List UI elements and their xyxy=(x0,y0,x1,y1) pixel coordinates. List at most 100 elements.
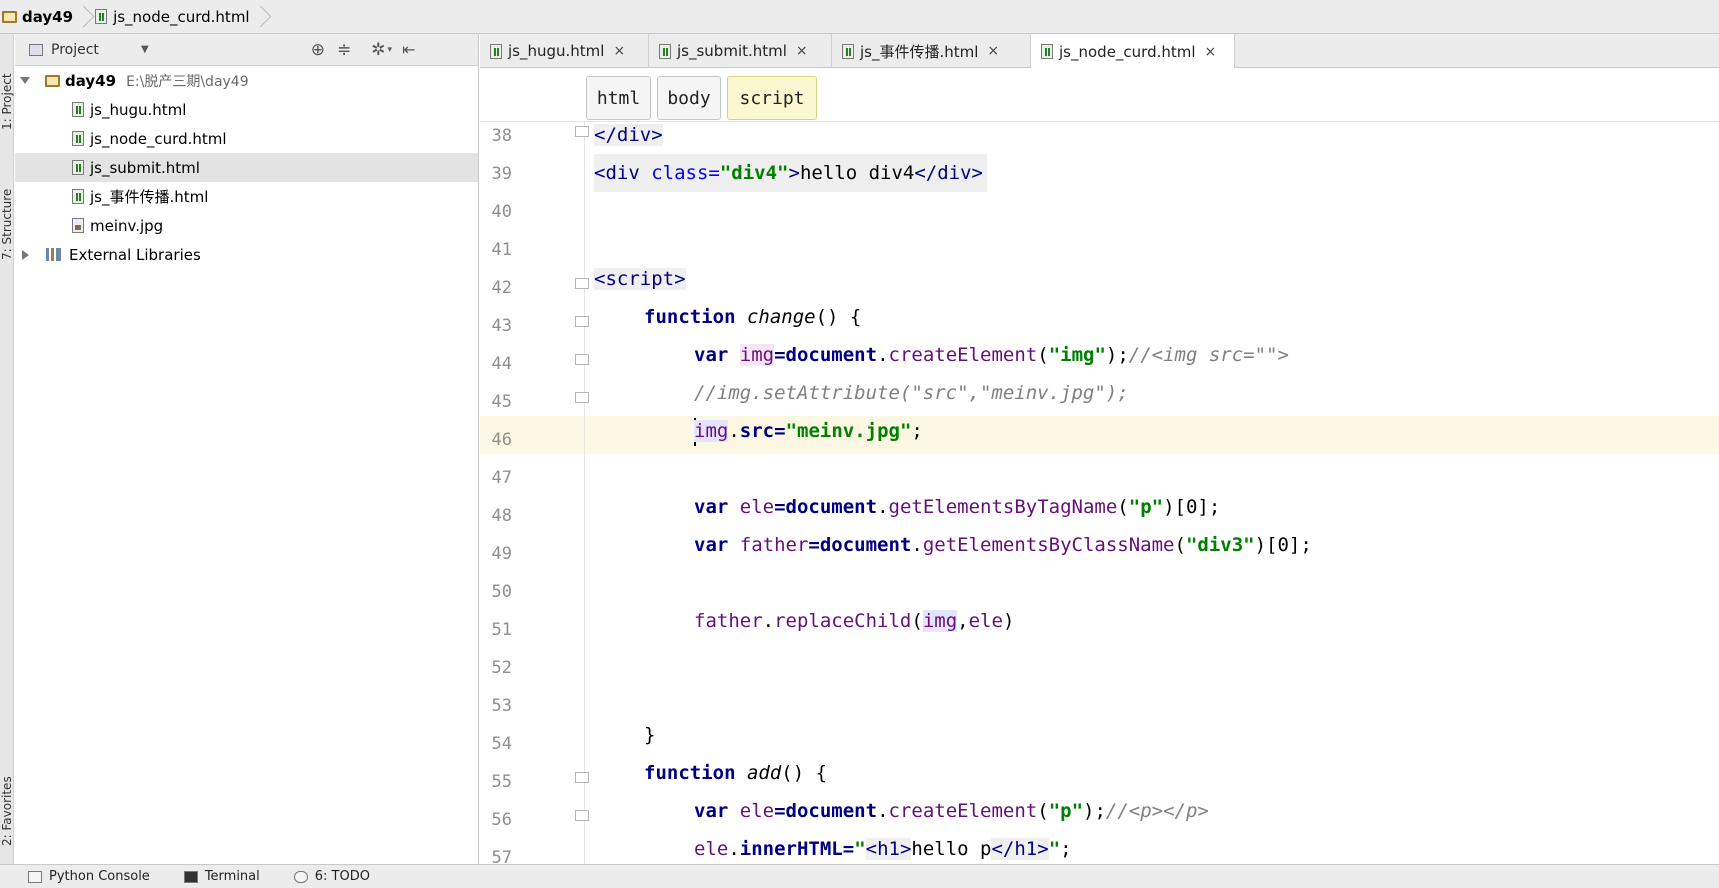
todo-button[interactable]: 6: TODO xyxy=(293,869,370,884)
tag-breadcrumb: html body script xyxy=(480,68,1719,122)
code-token: ) xyxy=(1002,610,1015,632)
breadcrumb-project[interactable]: day49 xyxy=(0,0,77,34)
tag-crumb-script[interactable]: script xyxy=(727,76,817,120)
tag-crumb-label: body xyxy=(667,87,711,109)
code-token: function xyxy=(644,762,747,784)
folder-icon xyxy=(2,10,17,23)
tab-label: js_submit.html xyxy=(677,42,787,60)
tab-js_hugu[interactable]: js_hugu.html × xyxy=(480,34,649,68)
python-console-label: Python Console xyxy=(49,869,150,884)
line-number-gutter: 38 39 40 41 42 43 44 45 46 47 48 49 50 5… xyxy=(480,122,589,868)
collapse-all-icon[interactable]: ≑ xyxy=(337,40,351,60)
locate-icon[interactable]: ⊕ xyxy=(311,40,325,60)
tool-tab-favorites[interactable]: 2: Favorites xyxy=(0,734,14,846)
tab-js_event[interactable]: js_事件传播.html × xyxy=(832,34,1031,68)
code-token: getElementsByClassName xyxy=(922,534,1175,556)
code-token: . xyxy=(762,610,775,632)
close-icon[interactable]: × xyxy=(987,43,999,59)
tree-item-js_event[interactable]: js_事件传播.html xyxy=(15,182,478,211)
collapse-arrow-icon[interactable] xyxy=(22,249,29,260)
project-view-icon xyxy=(29,43,43,56)
tree-item-js_hugu[interactable]: js_hugu.html xyxy=(15,95,478,124)
code-editor[interactable]: </div> <div class="div4">hello div4</div… xyxy=(586,122,1719,864)
code-token: )[0]; xyxy=(1254,534,1312,556)
close-icon[interactable]: × xyxy=(1205,44,1217,60)
line-number: 46 xyxy=(491,430,512,450)
tree-item-js_submit[interactable]: js_submit.html xyxy=(15,153,478,182)
code-token: ele xyxy=(739,800,775,822)
code-line-46: img.src="meinv.jpg"; xyxy=(694,412,923,450)
code-token: "img" xyxy=(1048,344,1106,366)
code-line-39: <div class="div4">hello div4</div> xyxy=(594,154,987,192)
tree-root-day49[interactable]: day49 E:\脱产三期\day49 xyxy=(15,66,478,95)
tree-item-js_node_curd[interactable]: js_node_curd.html xyxy=(15,124,478,153)
hide-panel-icon[interactable]: ⇤ xyxy=(402,40,415,59)
code-token: , xyxy=(957,610,969,632)
todo-label: 6: TODO xyxy=(314,869,370,884)
code-line-51: father.replaceChild(img,ele) xyxy=(694,602,1014,640)
code-token: getElementsByTagName xyxy=(888,496,1118,518)
code-token: function xyxy=(644,306,747,328)
code-token: //<p></p> xyxy=(1105,800,1209,822)
html-file-icon xyxy=(72,131,84,146)
line-number: 38 xyxy=(491,126,512,146)
code-line-54: } xyxy=(644,716,655,754)
terminal-button[interactable]: Terminal xyxy=(183,869,260,884)
code-token: " xyxy=(1048,838,1061,860)
tab-js_submit[interactable]: js_submit.html × xyxy=(649,34,832,68)
code-token: ; xyxy=(911,420,923,442)
code-token: "meinv.jpg" xyxy=(785,420,912,442)
breadcrumb-file[interactable]: js_node_curd.html xyxy=(89,0,254,34)
line-number: 50 xyxy=(491,582,512,602)
tool-tab-project[interactable]: 1: Project xyxy=(0,40,14,130)
code-token: replaceChild xyxy=(774,610,912,632)
code-line-38: </div> xyxy=(594,122,663,154)
dropdown-arrow-icon[interactable]: ▼ xyxy=(141,44,149,55)
code-token: //img.setAttribute("src","meinv.jpg"); xyxy=(694,382,1129,404)
tree-item-meinv[interactable]: meinv.jpg xyxy=(15,211,478,240)
tab-label: js_hugu.html xyxy=(508,42,605,60)
tree-item-external-libraries[interactable]: External Libraries xyxy=(15,240,478,269)
line-number: 55 xyxy=(491,772,512,792)
line-number: 51 xyxy=(491,620,512,640)
image-file-icon xyxy=(72,218,84,233)
code-token: . xyxy=(877,344,889,366)
expand-arrow-icon[interactable] xyxy=(20,77,30,84)
close-icon[interactable]: × xyxy=(613,43,625,59)
terminal-icon xyxy=(183,870,198,883)
settings-dropdown-icon[interactable]: ▾ xyxy=(387,45,392,55)
close-icon[interactable]: × xyxy=(796,43,808,59)
code-token: //<img src=""> xyxy=(1128,344,1289,366)
code-line-43: function change() { xyxy=(644,298,861,336)
code-token: () { xyxy=(815,306,862,328)
code-token: = xyxy=(842,838,855,860)
code-token: img xyxy=(739,344,775,366)
code-token: father xyxy=(694,610,763,632)
tool-window-bar: Python Console Terminal 6: TODO xyxy=(0,864,1719,888)
code-token: = xyxy=(774,496,786,518)
project-view-selector[interactable]: Project xyxy=(51,42,141,58)
python-console-button[interactable]: Python Console xyxy=(28,869,150,884)
code-token: "p" xyxy=(1128,496,1164,518)
html-file-icon xyxy=(490,43,502,59)
navigation-bar: day49 js_node_curd.html xyxy=(0,0,1719,34)
code-token: var xyxy=(694,344,740,366)
tree-root-label: day49 xyxy=(65,71,117,90)
tag-crumb-label: script xyxy=(739,87,805,109)
tag-crumb-label: html xyxy=(596,87,641,109)
line-number: 53 xyxy=(491,696,512,716)
code-token: ( xyxy=(1174,534,1186,556)
code-token: father xyxy=(739,534,809,556)
code-token: img xyxy=(694,420,729,442)
code-token: ( xyxy=(911,610,923,632)
tag-crumb-html[interactable]: html xyxy=(586,76,651,120)
tree-item-label: js_submit.html xyxy=(90,158,200,177)
tab-js_node_curd[interactable]: js_node_curd.html × xyxy=(1031,34,1235,69)
tool-tab-structure[interactable]: 7: Structure xyxy=(0,150,14,260)
tree-item-label: js_hugu.html xyxy=(90,100,187,119)
code-line-48: var ele=document.getElementsByTagName("p… xyxy=(694,488,1220,526)
code-token: . xyxy=(728,838,740,860)
tag-crumb-body[interactable]: body xyxy=(657,76,721,120)
settings-gear-icon[interactable]: ✲ xyxy=(371,40,385,60)
code-token: </div> xyxy=(594,124,663,146)
